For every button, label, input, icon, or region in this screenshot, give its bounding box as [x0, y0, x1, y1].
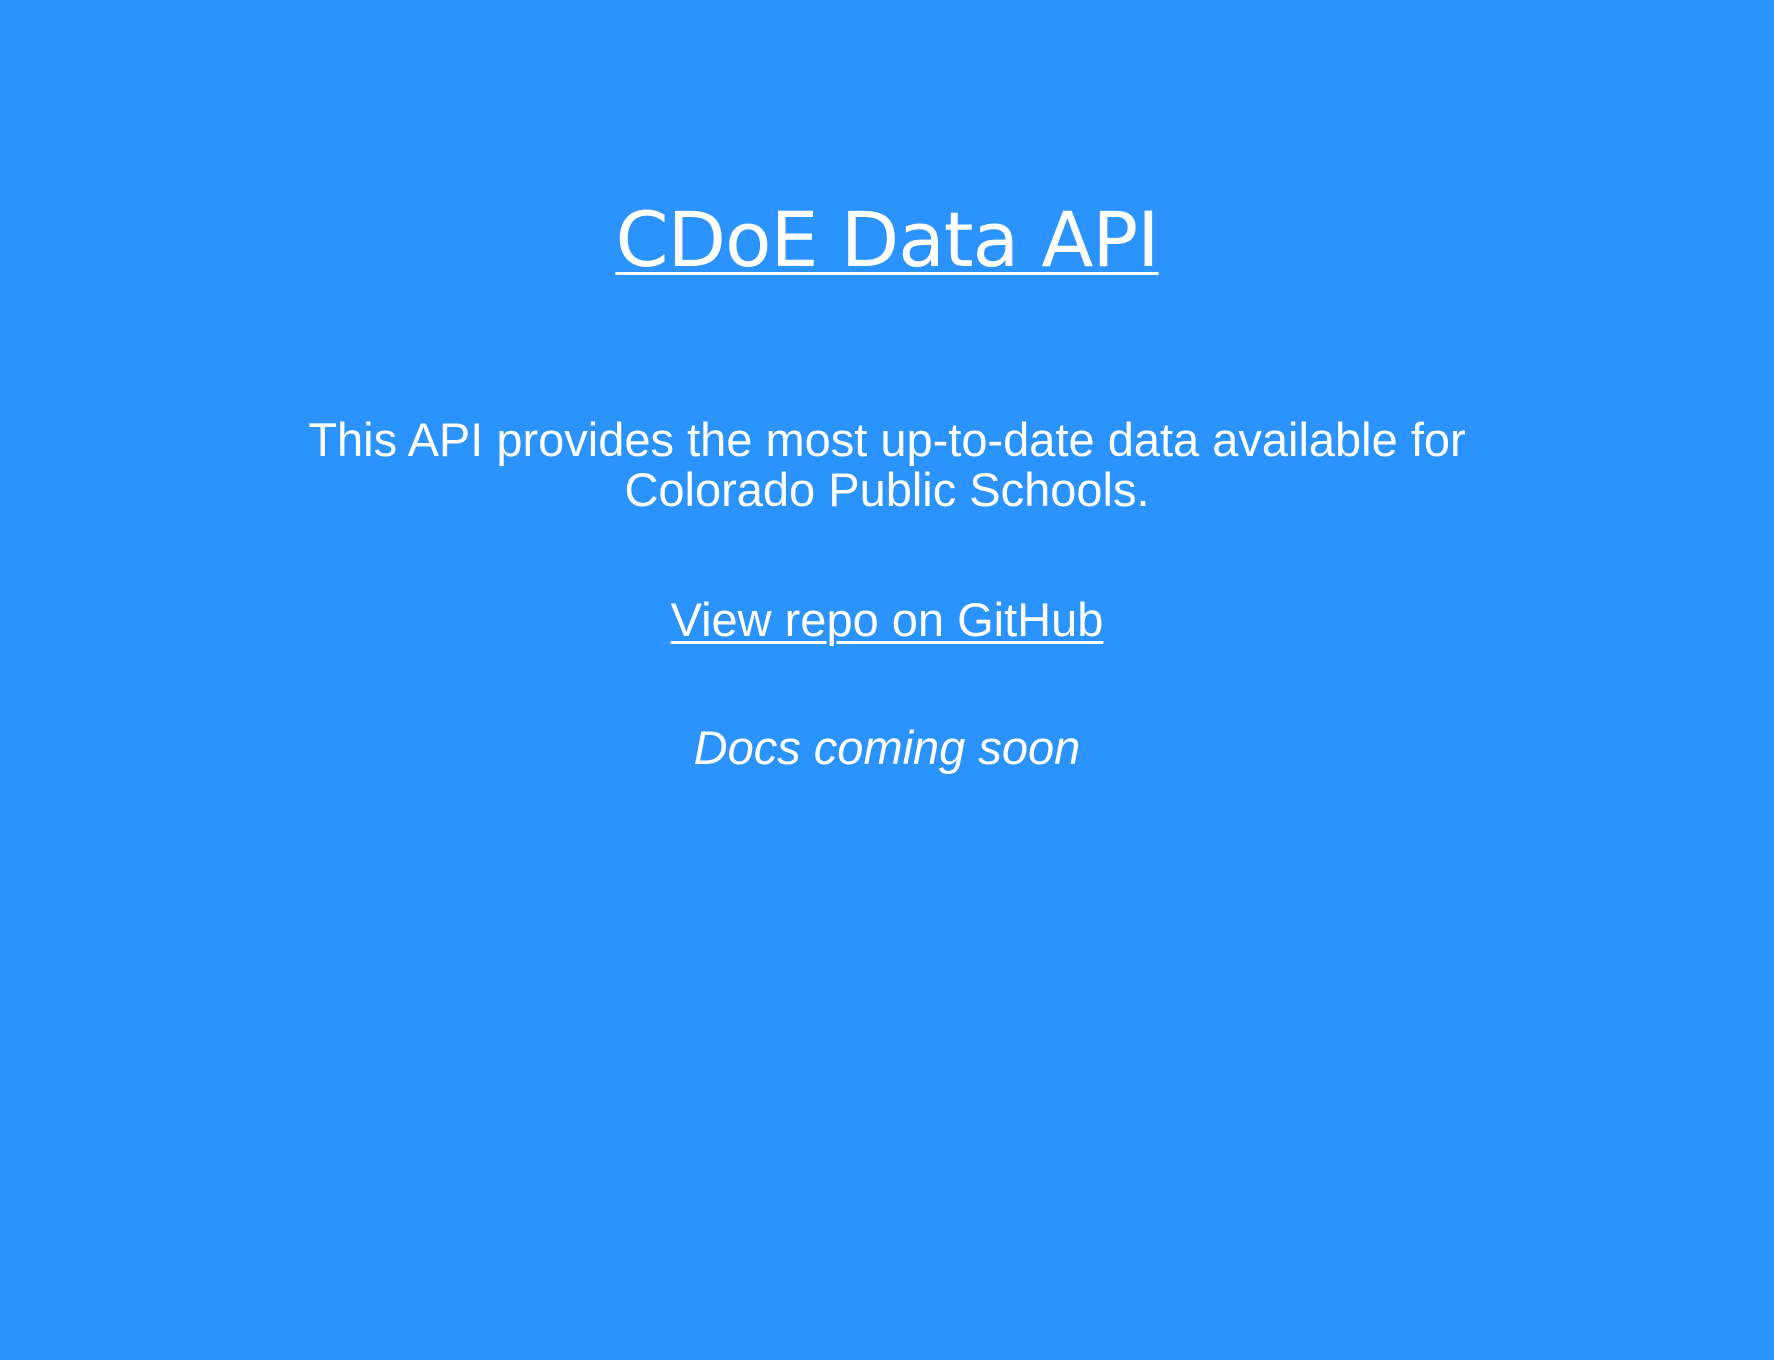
docs-coming-soon-note: Docs coming soon: [693, 721, 1081, 774]
description-line-1: This API provides the most up-to-date da…: [308, 413, 1466, 466]
repo-link-container: View repo on GitHub: [0, 592, 1774, 648]
title-link[interactable]: CDoE Data API: [615, 195, 1159, 284]
github-repo-link[interactable]: View repo on GitHub: [671, 593, 1104, 646]
page-title: CDoE Data API: [0, 195, 1774, 285]
landing-page: CDoE Data API This API provides the most…: [0, 0, 1774, 1360]
api-description: This API provides the most up-to-date da…: [0, 415, 1774, 515]
description-line-2: Colorado Public Schools.: [624, 463, 1150, 516]
